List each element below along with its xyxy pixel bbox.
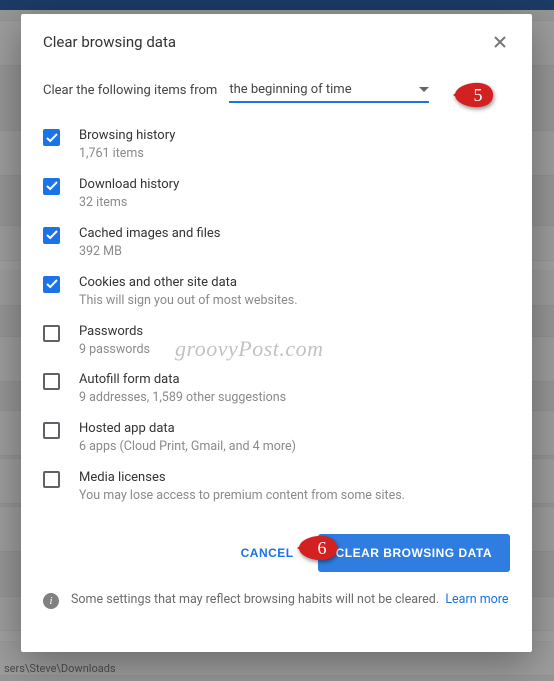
footer-note: Some settings that may reflect browsing … (71, 592, 509, 607)
learn-more-link[interactable]: Learn more (445, 592, 508, 607)
list-item: Autofill form data 9 addresses, 1,589 ot… (43, 365, 510, 414)
checkbox[interactable] (43, 422, 60, 439)
item-subtitle: 9 passwords (79, 342, 510, 359)
item-subtitle: 32 items (79, 195, 510, 212)
checkbox[interactable] (43, 276, 60, 293)
item-title: Cookies and other site data (79, 275, 510, 290)
item-subtitle: 392 MB (79, 244, 510, 261)
close-icon[interactable] (490, 32, 510, 52)
checkbox[interactable] (43, 471, 60, 488)
time-range-select[interactable]: the beginning of time (229, 78, 429, 103)
checkbox-list: Browsing history 1,761 items Download hi… (43, 121, 510, 512)
item-title: Media licenses (79, 470, 510, 485)
chevron-down-icon (419, 87, 429, 92)
item-title: Download history (79, 177, 510, 192)
item-title: Passwords (79, 324, 510, 339)
checkbox[interactable] (43, 373, 60, 390)
item-subtitle: You may lose access to premium content f… (79, 488, 510, 505)
item-subtitle: 9 addresses, 1,589 other suggestions (79, 390, 510, 407)
dialog-title: Clear browsing data (43, 33, 176, 51)
footer-text: Some settings that may reflect browsing … (71, 592, 439, 607)
clear-browsing-data-dialog: Clear browsing data Clear the following … (21, 14, 532, 652)
checkbox[interactable] (43, 227, 60, 244)
item-title: Hosted app data (79, 421, 510, 436)
checkbox[interactable] (43, 178, 60, 195)
item-subtitle: This will sign you out of most websites. (79, 293, 510, 310)
item-subtitle: 6 apps (Cloud Print, Gmail, and 4 more) (79, 439, 510, 456)
list-item: Cached images and files 392 MB (43, 219, 510, 268)
list-item: Media licenses You may lose access to pr… (43, 463, 510, 512)
time-range-label: Clear the following items from (43, 83, 217, 98)
cancel-button[interactable]: CANCEL (227, 536, 308, 570)
item-title: Cached images and files (79, 226, 510, 241)
list-item: Download history 32 items (43, 170, 510, 219)
list-item: Cookies and other site data This will si… (43, 268, 510, 317)
item-subtitle: 1,761 items (79, 146, 510, 163)
info-icon: i (43, 593, 59, 609)
time-range-value: the beginning of time (229, 82, 351, 97)
clear-browsing-data-button[interactable]: CLEAR BROWSING DATA (318, 534, 510, 572)
list-item: Browsing history 1,761 items (43, 121, 510, 170)
checkbox[interactable] (43, 325, 60, 342)
list-item: Passwords 9 passwords (43, 317, 510, 366)
checkbox[interactable] (43, 129, 60, 146)
item-title: Autofill form data (79, 372, 510, 387)
list-item: Hosted app data 6 apps (Cloud Print, Gma… (43, 414, 510, 463)
item-title: Browsing history (79, 128, 510, 143)
